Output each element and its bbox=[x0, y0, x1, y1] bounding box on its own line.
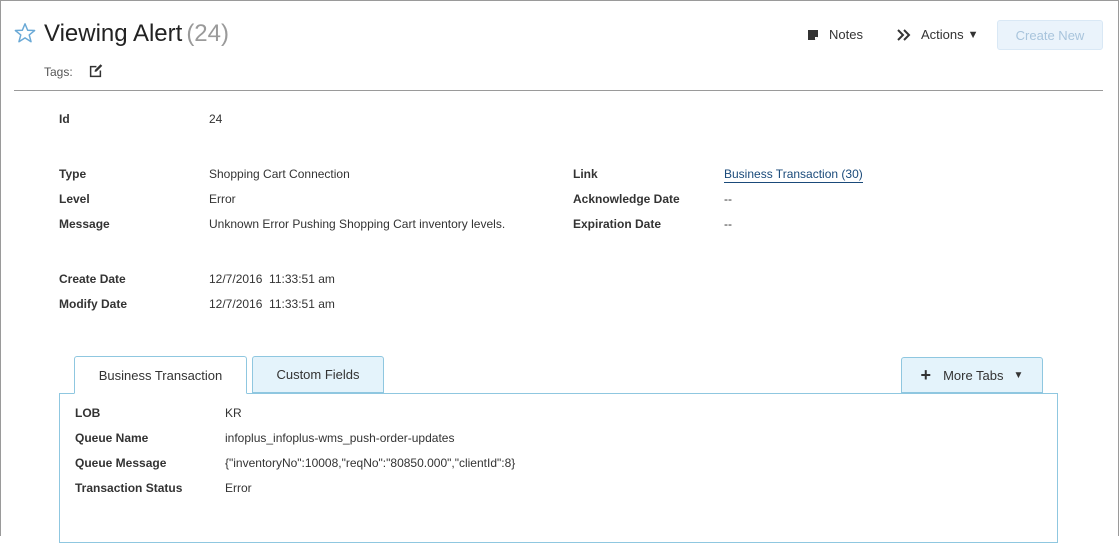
panel-value-lob: KR bbox=[225, 406, 242, 420]
field-value-create-date: 12/7/2016 11:33:51 am bbox=[209, 272, 335, 286]
field-label-modify-date: Modify Date bbox=[59, 297, 128, 311]
business-transaction-link[interactable]: Business Transaction (30) bbox=[724, 167, 863, 183]
caret-down-icon: ▼ bbox=[1013, 369, 1024, 381]
field-value-modify-date: 12/7/2016 11:33:51 am bbox=[209, 297, 335, 311]
header-divider bbox=[14, 90, 1103, 91]
field-value-expiration-date: -- bbox=[724, 217, 732, 231]
panel-value-transaction-status: Error bbox=[225, 481, 252, 495]
panel-label-lob: LOB bbox=[75, 406, 101, 420]
more-tabs-button[interactable]: + More Tabs ▼ bbox=[901, 357, 1043, 393]
field-label-type: Type bbox=[59, 167, 87, 181]
panel-label-queue-message: Queue Message bbox=[75, 456, 167, 470]
caret-down-icon: ▼ bbox=[967, 28, 979, 41]
tags-label: Tags: bbox=[44, 65, 73, 79]
tab-panel bbox=[59, 393, 1058, 543]
notes-icon bbox=[808, 29, 818, 40]
field-label-acknowledge-date: Acknowledge Date bbox=[573, 192, 680, 206]
field-value-type: Shopping Cart Connection bbox=[209, 167, 350, 181]
panel-label-transaction-status: Transaction Status bbox=[75, 481, 183, 495]
plus-icon: + bbox=[920, 365, 932, 385]
title-count: (24) bbox=[186, 20, 229, 47]
notes-button[interactable]: Notes bbox=[807, 27, 863, 42]
field-value-link: Business Transaction (30) bbox=[724, 167, 863, 183]
field-value-id: 24 bbox=[209, 112, 223, 126]
field-label-link: Link bbox=[573, 167, 598, 181]
double-chevron-icon bbox=[897, 28, 911, 41]
field-label-message: Message bbox=[59, 217, 110, 231]
notes-label: Notes bbox=[829, 27, 863, 42]
panel-value-queue-message: {"inventoryNo":10008,"reqNo":"80850.000"… bbox=[225, 456, 516, 470]
field-value-acknowledge-date: -- bbox=[724, 192, 732, 206]
title-text: Viewing Alert bbox=[44, 20, 183, 47]
panel-value-queue-name: infoplus_infoplus-wms_push-order-updates bbox=[225, 431, 455, 445]
actions-label: Actions bbox=[921, 27, 964, 42]
panel-label-queue-name: Queue Name bbox=[75, 431, 149, 445]
page-title: Viewing Alert (24) bbox=[44, 20, 229, 48]
tab-custom-fields[interactable]: Custom Fields bbox=[252, 356, 384, 393]
edit-icon[interactable] bbox=[88, 63, 103, 78]
field-label-create-date: Create Date bbox=[59, 272, 126, 286]
field-value-message: Unknown Error Pushing Shopping Cart inve… bbox=[209, 217, 506, 231]
field-label-expiration-date: Expiration Date bbox=[573, 217, 662, 231]
create-new-button[interactable]: Create New bbox=[997, 20, 1103, 50]
field-label-level: Level bbox=[59, 192, 90, 206]
actions-button[interactable]: Actions ▼ bbox=[897, 27, 979, 42]
field-value-level: Error bbox=[209, 192, 236, 206]
field-label-id: Id bbox=[59, 112, 70, 126]
star-icon[interactable] bbox=[14, 22, 36, 44]
tab-business-transaction[interactable]: Business Transaction bbox=[74, 356, 247, 394]
more-tabs-label: More Tabs bbox=[943, 367, 1004, 383]
